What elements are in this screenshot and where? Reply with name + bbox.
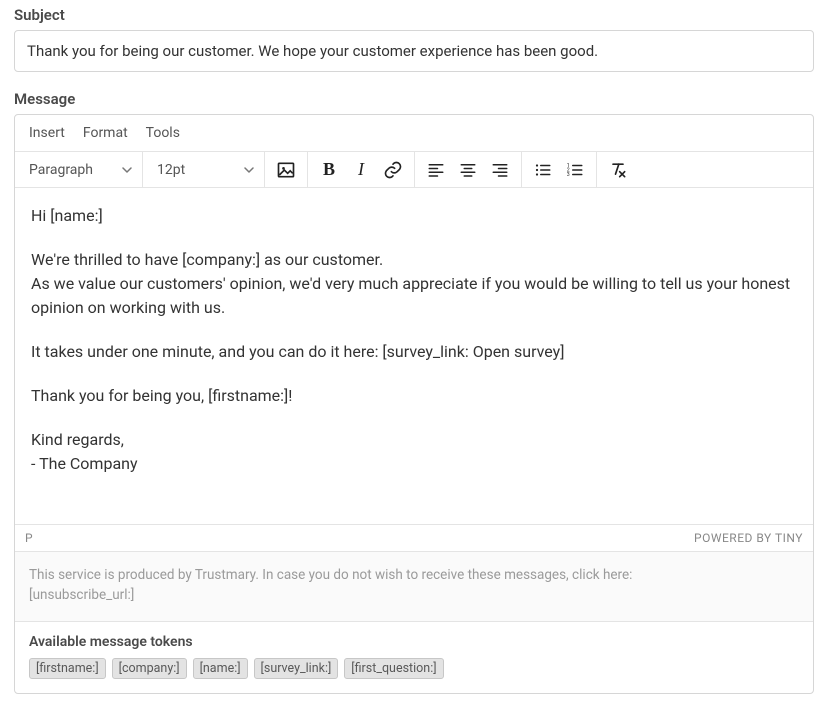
- align-right-button[interactable]: [485, 155, 515, 185]
- token-chip[interactable]: [company:]: [112, 658, 187, 679]
- clear-formatting-button[interactable]: [603, 155, 633, 185]
- body-signoff-1: Kind regards,: [31, 428, 797, 452]
- font-size-value: 12pt: [157, 162, 185, 178]
- body-line-4: Thank you for being you, [firstname:]!: [31, 384, 797, 408]
- tokens-title: Available message tokens: [29, 634, 799, 650]
- unsubscribe-disclaimer: This service is produced by Trustmary. I…: [15, 551, 813, 621]
- disclaimer-unsubscribe-token: [unsubscribe_url:]: [29, 586, 799, 606]
- editor-toolbar: Paragraph 12pt B I: [15, 152, 813, 188]
- align-center-button[interactable]: [453, 155, 483, 185]
- italic-button[interactable]: I: [346, 155, 376, 185]
- rich-text-editor: Insert Format Tools Paragraph 12pt: [14, 114, 814, 694]
- bullet-list-button[interactable]: [528, 155, 558, 185]
- statusbar-element-path[interactable]: P: [25, 531, 33, 545]
- editor-menubar: Insert Format Tools: [15, 115, 813, 152]
- statusbar-branding[interactable]: POWERED BY TINY: [694, 531, 803, 545]
- svg-text:3: 3: [567, 172, 570, 178]
- token-chip[interactable]: [survey_link:]: [254, 658, 339, 679]
- token-chip[interactable]: [first_question:]: [344, 658, 443, 679]
- body-line-3: It takes under one minute, and you can d…: [31, 340, 797, 364]
- subject-input[interactable]: [14, 30, 814, 72]
- link-button[interactable]: [378, 155, 408, 185]
- token-chip[interactable]: [name:]: [193, 658, 248, 679]
- tokens-row: [firstname:] [company:] [name:] [survey_…: [29, 658, 799, 679]
- disclaimer-text: This service is produced by Trustmary. I…: [29, 566, 799, 586]
- insert-image-button[interactable]: [271, 155, 301, 185]
- body-line-1: We're thrilled to have [company:] as our…: [31, 248, 797, 272]
- menu-tools[interactable]: Tools: [146, 125, 180, 141]
- editor-statusbar: P POWERED BY TINY: [15, 524, 813, 551]
- body-greeting: Hi [name:]: [31, 204, 797, 228]
- body-signoff-2: - The Company: [31, 452, 797, 476]
- chevron-down-icon: [244, 165, 254, 175]
- block-format-value: Paragraph: [29, 162, 93, 178]
- font-size-dropdown[interactable]: 12pt: [143, 152, 265, 188]
- chevron-down-icon: [122, 165, 132, 175]
- message-label: Message: [14, 90, 814, 108]
- menu-insert[interactable]: Insert: [29, 125, 65, 141]
- numbered-list-button[interactable]: 123: [560, 155, 590, 185]
- bold-button[interactable]: B: [314, 155, 344, 185]
- menu-format[interactable]: Format: [83, 125, 128, 141]
- align-left-button[interactable]: [421, 155, 451, 185]
- block-format-dropdown[interactable]: Paragraph: [15, 152, 143, 188]
- editor-content[interactable]: Hi [name:] We're thrilled to have [compa…: [15, 188, 813, 524]
- body-line-2: As we value our customers' opinion, we'd…: [31, 272, 797, 320]
- subject-label: Subject: [14, 6, 814, 24]
- token-chip[interactable]: [firstname:]: [29, 658, 106, 679]
- tokens-section: Available message tokens [firstname:] [c…: [15, 621, 813, 693]
